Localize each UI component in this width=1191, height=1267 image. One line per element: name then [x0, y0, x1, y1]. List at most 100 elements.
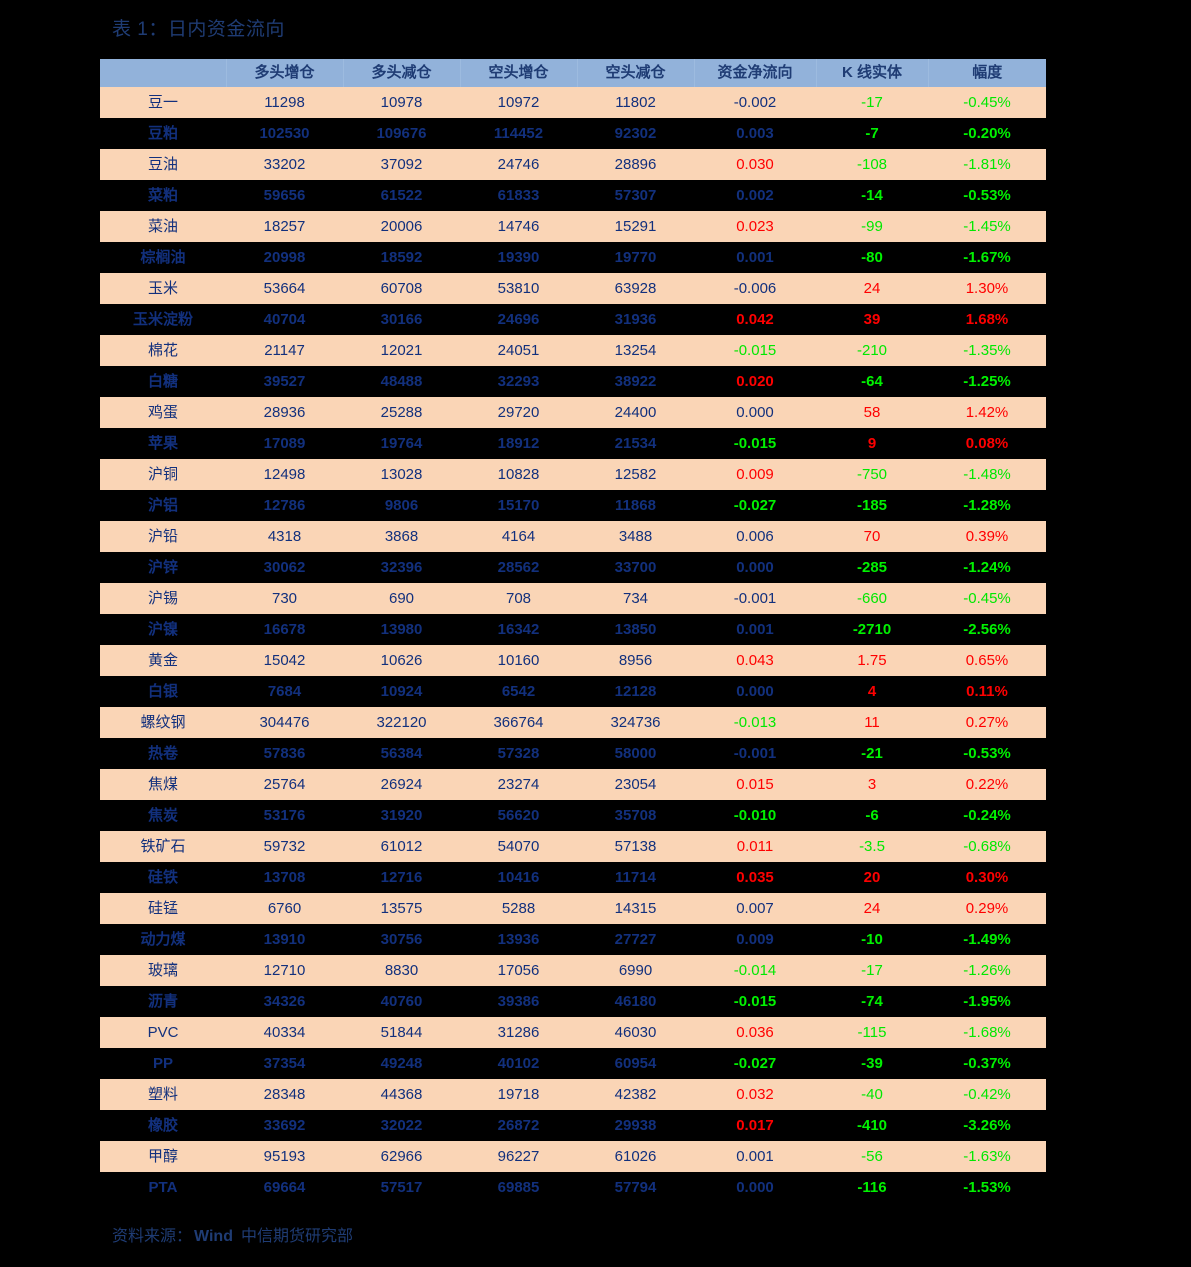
cell-instrument-name: 硅铁: [100, 862, 226, 893]
cell-long-add: 95193: [226, 1141, 343, 1172]
table-row: 菜粕 59656 61522 61833 57307 0.002 -14 -0.53%: [100, 180, 1046, 211]
cell-instrument-name: 豆油: [100, 149, 226, 180]
cell-net-fund-flow: 0.030: [694, 149, 816, 180]
cell-candle-body: -115: [816, 1017, 928, 1048]
cell-instrument-name: 沪锌: [100, 552, 226, 583]
table-row: 豆油 33202 37092 24746 28896 0.030 -108 -1.81%: [100, 149, 1046, 180]
cell-short-cut: 57794: [577, 1172, 694, 1203]
cell-long-add: 33692: [226, 1110, 343, 1141]
cell-long-add: 39527: [226, 366, 343, 397]
cell-long-cut: 3868: [343, 521, 460, 552]
column-header-instrument[interactable]: [100, 59, 227, 87]
cell-short-cut: 734: [577, 583, 694, 614]
cell-net-fund-flow: 0.009: [694, 459, 816, 490]
cell-instrument-name: 玉米: [100, 273, 226, 304]
cell-long-add: 33202: [226, 149, 343, 180]
cell-short-cut: 12128: [577, 676, 694, 707]
header-row: 多头增仓 多头减仓 空头增仓 空头减仓 资金净流向 K 线实体 幅度: [100, 59, 1046, 87]
cell-short-add: 19718: [460, 1079, 577, 1110]
cell-net-fund-flow: 0.011: [694, 831, 816, 862]
cell-candle-body: -56: [816, 1141, 928, 1172]
cell-long-cut: 109676: [343, 118, 460, 149]
cell-candle-body: -6: [816, 800, 928, 831]
cell-short-add: 17056: [460, 955, 577, 986]
cell-net-fund-flow: -0.010: [694, 800, 816, 831]
cell-instrument-name: PTA: [100, 1172, 226, 1203]
table-row: 铁矿石 59732 61012 54070 57138 0.011 -3.5 -0.68%: [100, 831, 1046, 862]
cell-long-cut: 48488: [343, 366, 460, 397]
cell-instrument-name: 甲醇: [100, 1141, 226, 1172]
cell-long-add: 53176: [226, 800, 343, 831]
column-header-3[interactable]: 空头增仓: [460, 59, 578, 87]
cell-amplitude: 1.30%: [928, 273, 1046, 304]
column-header-6[interactable]: K 线实体: [816, 59, 929, 87]
cell-candle-body: -2710: [816, 614, 928, 645]
table-row: 棉花 21147 12021 24051 13254 -0.015 -210 -1.35%: [100, 335, 1046, 366]
table-row: 沪铝 12786 9806 15170 11868 -0.027 -185 -1.28%: [100, 490, 1046, 521]
cell-long-add: 69664: [226, 1172, 343, 1203]
cell-net-fund-flow: 0.009: [694, 924, 816, 955]
table-row: 沪铅 4318 3868 4164 3488 0.006 70 0.39%: [100, 521, 1046, 552]
cell-long-add: 4318: [226, 521, 343, 552]
column-header-7[interactable]: 幅度: [928, 59, 1046, 87]
cell-candle-body: -3.5: [816, 831, 928, 862]
cell-short-cut: 33700: [577, 552, 694, 583]
table-row: 沪锡 730 690 708 734 -0.001 -660 -0.45%: [100, 583, 1046, 614]
cell-net-fund-flow: 0.001: [694, 242, 816, 273]
cell-net-fund-flow: -0.014: [694, 955, 816, 986]
cell-long-cut: 18592: [343, 242, 460, 273]
cell-amplitude: 0.22%: [928, 769, 1046, 800]
cell-amplitude: 0.30%: [928, 862, 1046, 893]
cell-short-cut: 27727: [577, 924, 694, 955]
cell-long-cut: 10626: [343, 645, 460, 676]
cell-long-cut: 13028: [343, 459, 460, 490]
cell-net-fund-flow: 0.032: [694, 1079, 816, 1110]
cell-amplitude: -1.24%: [928, 552, 1046, 583]
cell-long-add: 20998: [226, 242, 343, 273]
cell-short-cut: 3488: [577, 521, 694, 552]
cell-instrument-name: 焦炭: [100, 800, 226, 831]
cell-short-cut: 57138: [577, 831, 694, 862]
cell-net-fund-flow: 0.002: [694, 180, 816, 211]
fund-flow-table: 多头增仓 多头减仓 空头增仓 空头减仓 资金净流向 K 线实体 幅度 豆一 11298 1097…: [100, 59, 1046, 1203]
table-row: PTA 69664 57517 69885 57794 0.000 -116 -1.53%: [100, 1172, 1046, 1203]
cell-long-add: 12710: [226, 955, 343, 986]
cell-instrument-name: 白银: [100, 676, 226, 707]
cell-short-cut: 35708: [577, 800, 694, 831]
table-row: 鸡蛋 28936 25288 29720 24400 0.000 58 1.42%: [100, 397, 1046, 428]
cell-long-add: 57836: [226, 738, 343, 769]
cell-amplitude: -1.35%: [928, 335, 1046, 366]
cell-net-fund-flow: 0.000: [694, 676, 816, 707]
cell-short-cut: 46180: [577, 986, 694, 1017]
cell-long-cut: 51844: [343, 1017, 460, 1048]
cell-candle-body: -116: [816, 1172, 928, 1203]
cell-instrument-name: 玻璃: [100, 955, 226, 986]
cell-instrument-name: 橡胶: [100, 1110, 226, 1141]
cell-amplitude: -0.45%: [928, 87, 1046, 118]
cell-short-add: 10160: [460, 645, 577, 676]
cell-amplitude: -1.28%: [928, 490, 1046, 521]
cell-short-cut: 29938: [577, 1110, 694, 1141]
cell-candle-body: 39: [816, 304, 928, 335]
cell-instrument-name: 螺纹钢: [100, 707, 226, 738]
cell-net-fund-flow: -0.015: [694, 335, 816, 366]
cell-long-add: 7684: [226, 676, 343, 707]
table-row: 白银 7684 10924 6542 12128 0.000 4 0.11%: [100, 676, 1046, 707]
cell-instrument-name: 动力煤: [100, 924, 226, 955]
cell-instrument-name: PP: [100, 1048, 226, 1079]
cell-long-add: 53664: [226, 273, 343, 304]
table-row: 玉米 53664 60708 53810 63928 -0.006 24 1.30%: [100, 273, 1046, 304]
cell-instrument-name: 菜油: [100, 211, 226, 242]
column-header-5[interactable]: 资金净流向: [694, 59, 817, 87]
cell-long-cut: 56384: [343, 738, 460, 769]
column-header-1[interactable]: 多头增仓: [226, 59, 344, 87]
cell-long-add: 11298: [226, 87, 343, 118]
column-header-2[interactable]: 多头减仓: [343, 59, 461, 87]
cell-net-fund-flow: 0.000: [694, 1172, 816, 1203]
cell-amplitude: 0.11%: [928, 676, 1046, 707]
cell-net-fund-flow: -0.015: [694, 986, 816, 1017]
column-header-4[interactable]: 空头减仓: [577, 59, 695, 87]
cell-instrument-name: 沪铝: [100, 490, 226, 521]
cell-net-fund-flow: -0.027: [694, 1048, 816, 1079]
cell-net-fund-flow: 0.000: [694, 552, 816, 583]
